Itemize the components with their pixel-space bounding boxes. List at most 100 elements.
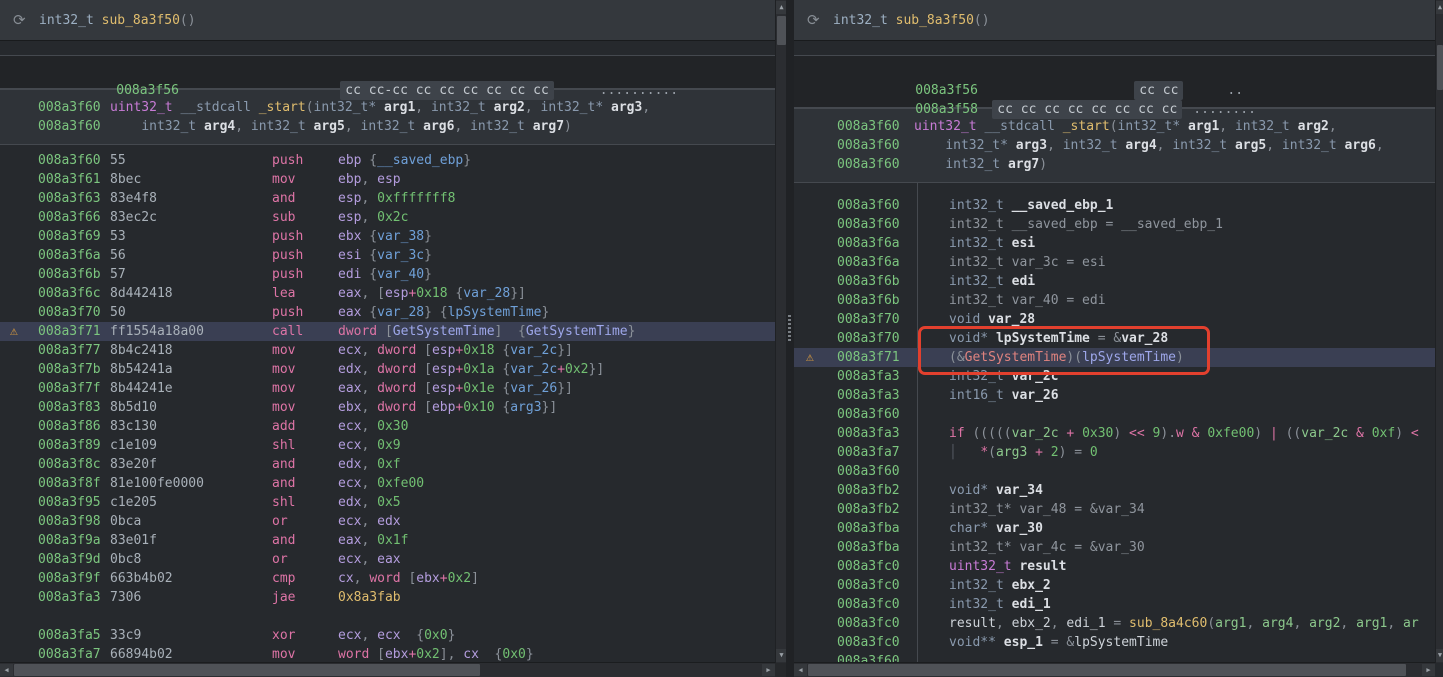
token: arg5	[314, 119, 345, 134]
hlil-row[interactable]: ⚠008a3f71(&GetSystemTime)(lpSystemTime)	[794, 348, 1435, 367]
scroll-up-arrow[interactable]: ▲	[1436, 1, 1443, 14]
scroll-left-arrow[interactable]: ◀	[794, 664, 807, 676]
asm-row[interactable]: 008a3f838b5d10movebx, dword [ebp+0x10 {a…	[0, 398, 775, 417]
hlil-row[interactable]: 008a3fb2void* var_34	[794, 481, 1435, 500]
hlil-row[interactable]: 008a3f6aint32_t var_3c = esi	[794, 253, 1435, 272]
token: ecx	[338, 476, 361, 491]
token: ebp	[338, 153, 361, 168]
refresh-icon[interactable]: ⟳	[13, 11, 39, 29]
asm-row[interactable]: 008a3f6683ec2csubesp, 0x2c	[0, 208, 775, 227]
signature-row[interactable]: 008a3f60 int32_t arg7)	[794, 155, 1435, 174]
asm-row[interactable]: 008a3f9a83e01fandeax, 0x1f	[0, 531, 775, 550]
scroll-right-arrow[interactable]: ▶	[762, 664, 775, 676]
asm-row[interactable]: 008a3fa37306jae0x8a3fab	[0, 588, 775, 607]
horizontal-scrollbar[interactable]: ◀ ▶	[794, 662, 1435, 677]
asm-row[interactable]: 008a3f8683c130addecx, 0x30	[0, 417, 775, 436]
signature-row[interactable]: 008a3f60 int32_t* arg3, int32_t arg4, in…	[794, 136, 1435, 155]
address: 008a3f70	[38, 303, 110, 322]
asm-row[interactable]: 008a3f7b8b54241amovedx, dword [esp+0x1a …	[0, 360, 775, 379]
hlil-row[interactable]: 008a3f70void* lpSystemTime = &var_28	[794, 329, 1435, 348]
token: 0xfe00	[1207, 426, 1254, 441]
pane-splitter[interactable]	[786, 0, 794, 677]
hlil-row[interactable]: 008a3fc0uint32_t result	[794, 557, 1435, 576]
hlil-row[interactable]: 008a3fa7│ *(arg3 + 2) = 0	[794, 443, 1435, 462]
token: }	[542, 305, 550, 320]
asm-row[interactable]: 008a3f89c1e109shlecx, 0x9	[0, 436, 775, 455]
vertical-scroll-thumb[interactable]	[1437, 45, 1443, 90]
hlil-row[interactable]: 008a3fbaint32_t* var_4c = &var_30	[794, 538, 1435, 557]
hlil-row[interactable]: 008a3f6bint32_t var_40 = edi	[794, 291, 1435, 310]
token: _start	[1063, 119, 1110, 134]
hlil-row[interactable]: 008a3fa3int16_t var_26	[794, 386, 1435, 405]
hlil-row[interactable]: 008a3f60int32_t __saved_ebp_1	[794, 196, 1435, 215]
asm-row[interactable]: 008a3f7050pusheax {var_28} {lpSystemTime…	[0, 303, 775, 322]
asm-row[interactable]: 008a3f980bcaorecx, edx	[0, 512, 775, 531]
asm-row[interactable]: 008a3f8f81e100fe0000andecx, 0xfe00	[0, 474, 775, 493]
address: 008a3fc0	[837, 614, 949, 633]
signature-row[interactable]: 008a3f60 int32_t arg4, int32_t arg5, int…	[0, 117, 775, 136]
hlil-row[interactable]: 008a3fa3if (((((var_2c + 0x30) << 9).w &…	[794, 424, 1435, 443]
horizontal-scrollbar[interactable]: ◀ ▶	[0, 662, 775, 677]
asm-row[interactable]: 008a3f778b4c2418movecx, dword [esp+0x18 …	[0, 341, 775, 360]
asm-row[interactable]: 008a3f6055pushebp {__saved_ebp}	[0, 151, 775, 170]
asm-row[interactable]: 008a3f6953pushebx {var_38}	[0, 227, 775, 246]
opcode-bytes: 83c130	[110, 417, 272, 436]
token: ,	[361, 533, 377, 548]
signature-row[interactable]: 008a3f60uint32_t __stdcall _start(int32_…	[0, 98, 775, 117]
asm-row[interactable]: 008a3f618becmovebp, esp	[0, 170, 775, 189]
asm-row[interactable]: 008a3f9f663b4b02cmpcx, word [ebx+0x2]	[0, 569, 775, 588]
hlil-row[interactable]: 008a3fa3int32_t var_2c	[794, 367, 1435, 386]
hlil-row[interactable]: 008a3fc0result, ebx_2, edi_1 = sub_8a4c6…	[794, 614, 1435, 633]
hlil-row[interactable]: 008a3f70void var_28	[794, 310, 1435, 329]
vertical-scroll-thumb[interactable]	[777, 16, 786, 45]
token: __saved_ebp	[377, 153, 463, 168]
scroll-right-arrow[interactable]: ▶	[1422, 664, 1435, 676]
hlil-row[interactable]: 008a3f6aint32_t esi	[794, 234, 1435, 253]
asm-row[interactable]: 008a3f95c1e205shledx, 0x5	[0, 493, 775, 512]
horizontal-scroll-thumb[interactable]	[14, 664, 480, 676]
token: {	[361, 153, 377, 168]
asm-row[interactable]: 008a3f6c8d442418leaeax, [esp+0x18 {var_2…	[0, 284, 775, 303]
asm-row[interactable]: 008a3f6383e4f8andesp, 0xfffffff8	[0, 189, 775, 208]
asm-row[interactable]: ⚠008a3f71ff1554a18a00calldword [GetSyste…	[0, 322, 775, 341]
asm-row[interactable]	[0, 607, 775, 626]
token: ,	[415, 100, 431, 115]
asm-row[interactable]: 008a3f8c83e20fandedx, 0xf	[0, 455, 775, 474]
token: ,	[1246, 616, 1262, 631]
byte-row[interactable]: 008a3f58cc cc cc cc cc cc cc cc........	[794, 81, 1435, 100]
hlil-row[interactable]: 008a3fc0void** esp_1 = &lpSystemTime	[794, 633, 1435, 652]
vertical-scrollbar[interactable]: ▲ ▼	[775, 0, 786, 663]
scroll-down-arrow[interactable]: ▼	[1436, 649, 1443, 662]
hlil-row[interactable]: 008a3f60	[794, 462, 1435, 481]
asm-row[interactable]: 008a3fa533c9xorecx, ecx {0x0}	[0, 626, 775, 645]
asm-row[interactable]: 008a3fa766894b02movword [ebx+0x2], cx {0…	[0, 645, 775, 663]
hlil-row[interactable]: 008a3fc0int32_t ebx_2	[794, 576, 1435, 595]
vertical-scrollbar[interactable]: ▲ ▼	[1435, 0, 1443, 663]
token: lpSystemTime	[996, 331, 1090, 346]
hlil-row[interactable]: 008a3f60	[794, 405, 1435, 424]
token: <	[1411, 426, 1419, 441]
scroll-left-arrow[interactable]: ◀	[0, 664, 13, 676]
token: (	[949, 350, 957, 365]
token: int32_t	[431, 100, 494, 115]
horizontal-scroll-thumb[interactable]	[808, 664, 1406, 676]
token: 0x9	[377, 438, 400, 453]
mnemonic: cmp	[272, 569, 338, 588]
scroll-down-arrow[interactable]: ▼	[776, 649, 786, 662]
refresh-icon[interactable]: ⟳	[807, 11, 833, 29]
hlil-row[interactable]: 008a3fb2int32_t* var_48 = &var_34	[794, 500, 1435, 519]
asm-row[interactable]: 008a3f9d0bc8orecx, eax	[0, 550, 775, 569]
hlil-row[interactable]: 008a3f60int32_t __saved_ebp = __saved_eb…	[794, 215, 1435, 234]
asm-row[interactable]: 008a3f6a56pushesi {var_3c}	[0, 246, 775, 265]
byte-row[interactable]: 008a3f56cc cc..	[794, 62, 1435, 81]
asm-row[interactable]: 008a3f6b57pushedi {var_40}	[0, 265, 775, 284]
hlil-row[interactable]: 008a3f6bint32_t edi	[794, 272, 1435, 291]
scroll-up-arrow[interactable]: ▲	[776, 1, 786, 14]
address: 008a3f8f	[38, 474, 110, 493]
byte-row[interactable]: 008a3f56cc cc-cc cc cc cc cc cc cc......…	[0, 62, 775, 81]
signature-row[interactable]: 008a3f60uint32_t __stdcall _start(int32_…	[794, 117, 1435, 136]
token: 0xf	[1372, 426, 1395, 441]
hlil-row[interactable]: 008a3fbachar* var_30	[794, 519, 1435, 538]
asm-row[interactable]: 008a3f7f8b44241emoveax, dword [esp+0x1e …	[0, 379, 775, 398]
hlil-row[interactable]: 008a3fc0int32_t edi_1	[794, 595, 1435, 614]
